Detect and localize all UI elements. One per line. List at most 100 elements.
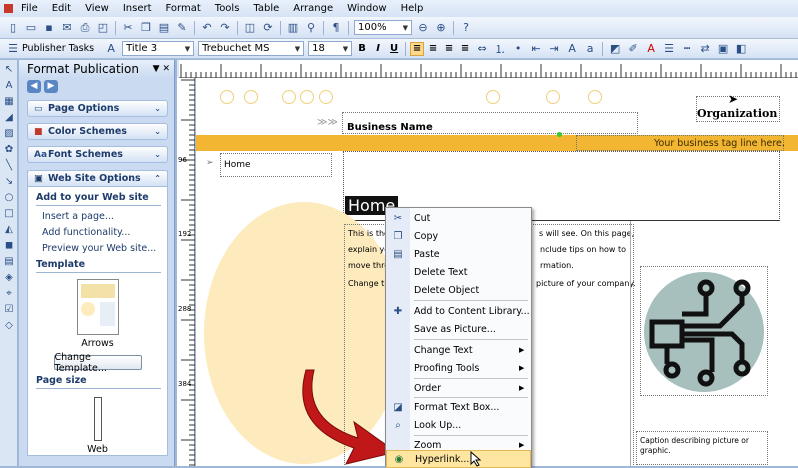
menu-window[interactable]: Window xyxy=(341,3,394,14)
html-fragment-icon[interactable]: ◇ xyxy=(2,319,16,331)
menu-edit[interactable]: Edit xyxy=(46,3,79,14)
rectangle-icon[interactable]: □ xyxy=(2,207,16,219)
mail-icon[interactable]: ✉ xyxy=(59,20,75,35)
zoom-select[interactable]: 100% ▼ xyxy=(354,20,412,35)
menu-table[interactable]: Table xyxy=(247,3,287,14)
line-color-icon[interactable]: ✐ xyxy=(625,41,641,56)
menu-item-delete-text[interactable]: Delete Text xyxy=(386,263,531,281)
redo-icon[interactable]: ↷ xyxy=(217,20,233,35)
paste-icon[interactable]: ▤ xyxy=(156,20,172,35)
align-right-icon[interactable]: ≡ xyxy=(442,42,456,56)
font-color-icon[interactable]: A xyxy=(643,41,659,56)
style-select[interactable]: Title 3 ▼ xyxy=(122,41,195,56)
insert-page-link[interactable]: Insert a page... xyxy=(42,211,161,222)
hyperlink-icon[interactable]: ⚲ xyxy=(303,20,319,35)
menu-arrange[interactable]: Arrange xyxy=(287,3,341,14)
underline-button[interactable]: U xyxy=(387,42,401,56)
menu-insert[interactable]: Insert xyxy=(117,3,160,14)
distribute-icon[interactable]: ⇔ xyxy=(474,41,490,56)
menu-item-hyperlink[interactable]: ◉ Hyperlink... xyxy=(386,450,531,468)
add-functionality-link[interactable]: Add functionality... xyxy=(42,227,161,238)
wordart-icon[interactable]: ◢ xyxy=(2,111,16,123)
form-control-icon[interactable]: ☑ xyxy=(2,303,16,315)
design-gallery-icon[interactable]: ◼ xyxy=(2,239,16,251)
increase-indent-icon[interactable]: ⇥ xyxy=(546,41,562,56)
size-select[interactable]: 18 ▼ xyxy=(308,41,353,56)
change-template-button[interactable]: Change Template... xyxy=(53,352,142,374)
menu-item-add-to-content-library[interactable]: ✚ Add to Content Library... xyxy=(386,302,531,320)
menu-format[interactable]: Format xyxy=(160,3,209,14)
rotate-icon[interactable]: ⟳ xyxy=(260,20,276,35)
business-name[interactable]: Business Name xyxy=(347,122,433,133)
page-size-thumbnail[interactable] xyxy=(93,397,102,441)
columns-icon[interactable]: ▥ xyxy=(285,20,301,35)
text-box-icon[interactable]: A xyxy=(2,79,16,91)
preview-website-link[interactable]: Preview your Web site... xyxy=(42,243,161,254)
new-icon[interactable]: ▯ xyxy=(5,20,21,35)
menu-item-order[interactable]: Order ▶ xyxy=(386,379,531,397)
shadow-icon[interactable]: ▣ xyxy=(715,41,731,56)
zoom-in-icon[interactable]: ⊕ xyxy=(433,20,449,35)
menu-item-cut[interactable]: ✂ Cut xyxy=(386,209,531,227)
preview-icon[interactable]: ◰ xyxy=(95,20,111,35)
business-info-icon[interactable]: ▤ xyxy=(2,255,16,267)
hotspot-icon[interactable]: ⌖ xyxy=(2,287,16,299)
3d-icon[interactable]: ◧ xyxy=(733,41,749,56)
autoshapes-icon[interactable]: ◭ xyxy=(2,223,16,235)
align-center-icon[interactable]: ≡ xyxy=(426,42,440,56)
arrow-icon[interactable]: ↘ xyxy=(2,175,16,187)
menu-item-proofing-tools[interactable]: Proofing Tools ▶ xyxy=(386,359,531,377)
section-font-schemes[interactable]: Aa Font Schemes ⌄ xyxy=(27,146,168,163)
menu-help[interactable]: Help xyxy=(395,3,432,14)
print-icon[interactable]: ⎙ xyxy=(77,20,93,35)
bold-button[interactable]: B xyxy=(355,42,369,56)
menu-tools[interactable]: Tools xyxy=(209,3,248,14)
section-color-schemes[interactable]: ■ Color Schemes ⌄ xyxy=(27,123,168,140)
menu-view[interactable]: View xyxy=(79,3,117,14)
format-painter-icon[interactable]: ✎ xyxy=(174,20,190,35)
cut-icon[interactable]: ✂ xyxy=(120,20,136,35)
copy-icon[interactable]: ❐ xyxy=(138,20,154,35)
select-icon[interactable]: ↖ xyxy=(2,63,16,75)
table-icon[interactable]: ▦ xyxy=(2,95,16,107)
menu-item-save-as-picture[interactable]: Save as Picture... xyxy=(386,320,531,338)
decrease-indent-icon[interactable]: ⇤ xyxy=(528,41,544,56)
rotation-handle[interactable] xyxy=(557,132,562,137)
font-size-up-icon[interactable]: A xyxy=(564,41,580,56)
font-select[interactable]: Trebuchet MS ▼ xyxy=(198,41,305,56)
web-site-options-header[interactable]: ▣ Web Site Options ⌃ xyxy=(27,170,168,187)
save-icon[interactable]: ▪ xyxy=(41,20,57,35)
horizontal-ruler[interactable] xyxy=(179,60,798,78)
fill-color-icon[interactable]: ◩ xyxy=(607,41,623,56)
zoom-out-icon[interactable]: ⊖ xyxy=(415,20,431,35)
picture-caption[interactable]: Caption describing picture or graphic. xyxy=(640,436,766,456)
menu-file[interactable]: File xyxy=(15,3,46,14)
section-page-options[interactable]: ▭ Page Options ⌄ xyxy=(27,100,168,117)
picture-icon[interactable]: ▨ xyxy=(2,127,16,139)
nav-home-link[interactable]: Home xyxy=(224,160,251,170)
help-icon[interactable]: ? xyxy=(458,20,474,35)
arrow-style-icon[interactable]: ⇄ xyxy=(697,41,713,56)
publisher-tasks-button[interactable]: Publisher Tasks xyxy=(22,43,94,54)
menu-item-paste[interactable]: ▤ Paste xyxy=(386,245,531,263)
menu-item-change-text[interactable]: Change Text ▶ xyxy=(386,341,531,359)
undo-icon[interactable]: ↶ xyxy=(199,20,215,35)
open-icon[interactable]: ▭ xyxy=(23,20,39,35)
organization-name[interactable]: Organization xyxy=(697,107,777,120)
menu-item-look-up[interactable]: ⌕ Look Up... xyxy=(386,416,531,434)
vertical-ruler[interactable]: 96 192 288 384 xyxy=(177,78,195,466)
line-style-icon[interactable]: ☰ xyxy=(661,41,677,56)
oval-icon[interactable]: ○ xyxy=(2,191,16,203)
menu-item-copy[interactable]: ❐ Copy xyxy=(386,227,531,245)
web-tools-icon[interactable]: ◈ xyxy=(2,271,16,283)
align-left-icon[interactable]: ≡ xyxy=(410,41,425,56)
line-icon[interactable]: ╲ xyxy=(2,159,16,171)
menu-item-delete-object[interactable]: Delete Object xyxy=(386,281,531,299)
task-pane-controls[interactable]: ▼ ✕ xyxy=(153,64,170,74)
paragraph-icon[interactable]: ¶ xyxy=(328,20,344,35)
tagline-text[interactable]: Your business tag line here. xyxy=(654,138,785,149)
justify-icon[interactable]: ≡ xyxy=(458,42,472,56)
numbering-icon[interactable]: ⒈ xyxy=(492,41,508,56)
forward-icon[interactable]: ▶ xyxy=(44,79,58,93)
bring-front-icon[interactable]: ◫ xyxy=(242,20,258,35)
